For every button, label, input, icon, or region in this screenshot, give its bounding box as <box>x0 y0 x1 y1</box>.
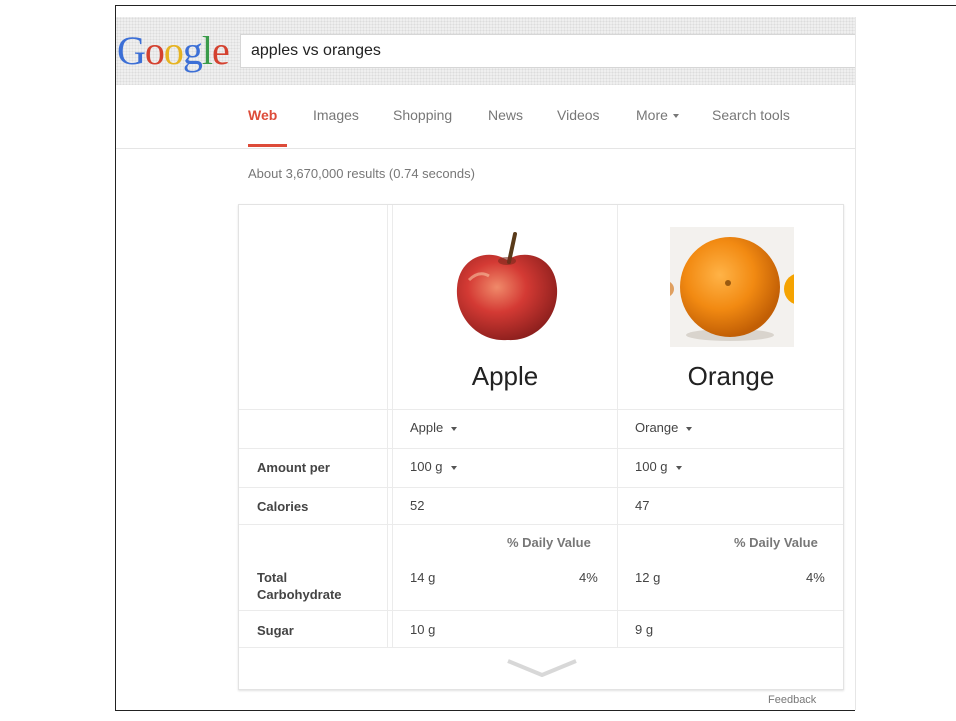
food-name-orange: Orange <box>687 361 775 391</box>
tab-news[interactable]: News <box>488 107 523 123</box>
food-name-apple: Apple <box>471 361 539 391</box>
calories-value-apple: 52 <box>410 498 425 513</box>
carbohydrate-dv-orange: 4% <box>806 570 825 585</box>
row-label-line: Carbohydrate <box>257 587 342 602</box>
row-divider <box>239 409 843 410</box>
tab-videos[interactable]: Videos <box>557 107 600 123</box>
row-divider <box>239 524 843 525</box>
row-label-line: Total <box>257 570 288 585</box>
tab-search-tools[interactable]: Search tools <box>712 107 790 123</box>
amount-selector-apple[interactable]: 100 g <box>410 459 457 474</box>
caret-down-icon <box>450 465 457 470</box>
result-stats: About 3,670,000 results (0.74 seconds) <box>248 166 475 181</box>
column-divider <box>387 205 388 647</box>
food-selector-orange[interactable]: Orange <box>635 420 693 435</box>
column-divider <box>392 205 393 647</box>
tab-more-label: More <box>636 107 668 123</box>
frame-top-border <box>115 5 956 6</box>
row-divider <box>239 610 843 611</box>
sugar-value-orange: 9 g <box>635 622 654 637</box>
amount-selector-label: 100 g <box>410 459 443 474</box>
carbohydrate-value-orange: 12 g <box>635 570 661 585</box>
food-selector-apple[interactable]: Apple <box>410 420 458 435</box>
tab-more[interactable]: More <box>636 107 679 123</box>
frame-bottom-border <box>115 710 855 711</box>
search-box[interactable] <box>240 34 855 68</box>
row-divider <box>239 448 843 449</box>
tab-images[interactable]: Images <box>313 107 359 123</box>
tab-shopping[interactable]: Shopping <box>393 107 452 123</box>
feedback-link[interactable]: Feedback <box>768 694 816 706</box>
frame-right-border <box>855 17 856 710</box>
chevron-down-icon <box>507 659 577 677</box>
food-selector-label: Orange <box>635 420 679 435</box>
active-tab-indicator <box>248 144 287 147</box>
search-tabs: Web Images Shopping News Videos More Sea… <box>116 86 855 149</box>
google-logo[interactable]: Google <box>117 27 230 75</box>
amount-selector-orange[interactable]: 100 g <box>635 459 682 474</box>
daily-value-header-apple: % Daily Value <box>507 535 591 550</box>
row-label-sugar: Sugar <box>257 623 294 638</box>
caret-down-icon <box>672 114 679 119</box>
column-divider <box>617 205 618 647</box>
carbohydrate-value-apple: 14 g <box>410 570 436 585</box>
sugar-value-apple: 10 g <box>410 622 436 637</box>
amount-selector-label: 100 g <box>635 459 668 474</box>
daily-value-header-orange: % Daily Value <box>734 535 818 550</box>
calories-value-orange: 47 <box>635 498 650 513</box>
row-label-amount-per: Amount per <box>257 460 330 475</box>
caret-down-icon <box>675 465 682 470</box>
food-selector-label: Apple <box>410 420 444 435</box>
row-divider <box>239 487 843 488</box>
nutrition-comparison-card: Apple Orange Apple Orange Amount per 100… <box>238 204 844 690</box>
caret-down-icon <box>686 426 693 431</box>
apple-image <box>456 232 558 341</box>
expand-comparison-button[interactable] <box>240 648 842 688</box>
tab-web[interactable]: Web <box>248 107 277 123</box>
caret-down-icon <box>451 426 458 431</box>
row-label-total-carbohydrate: Total Carbohydrate <box>257 569 342 603</box>
orange-image <box>670 237 794 341</box>
search-input[interactable] <box>251 35 841 67</box>
carbohydrate-dv-apple: 4% <box>579 570 598 585</box>
row-label-calories: Calories <box>257 499 309 514</box>
